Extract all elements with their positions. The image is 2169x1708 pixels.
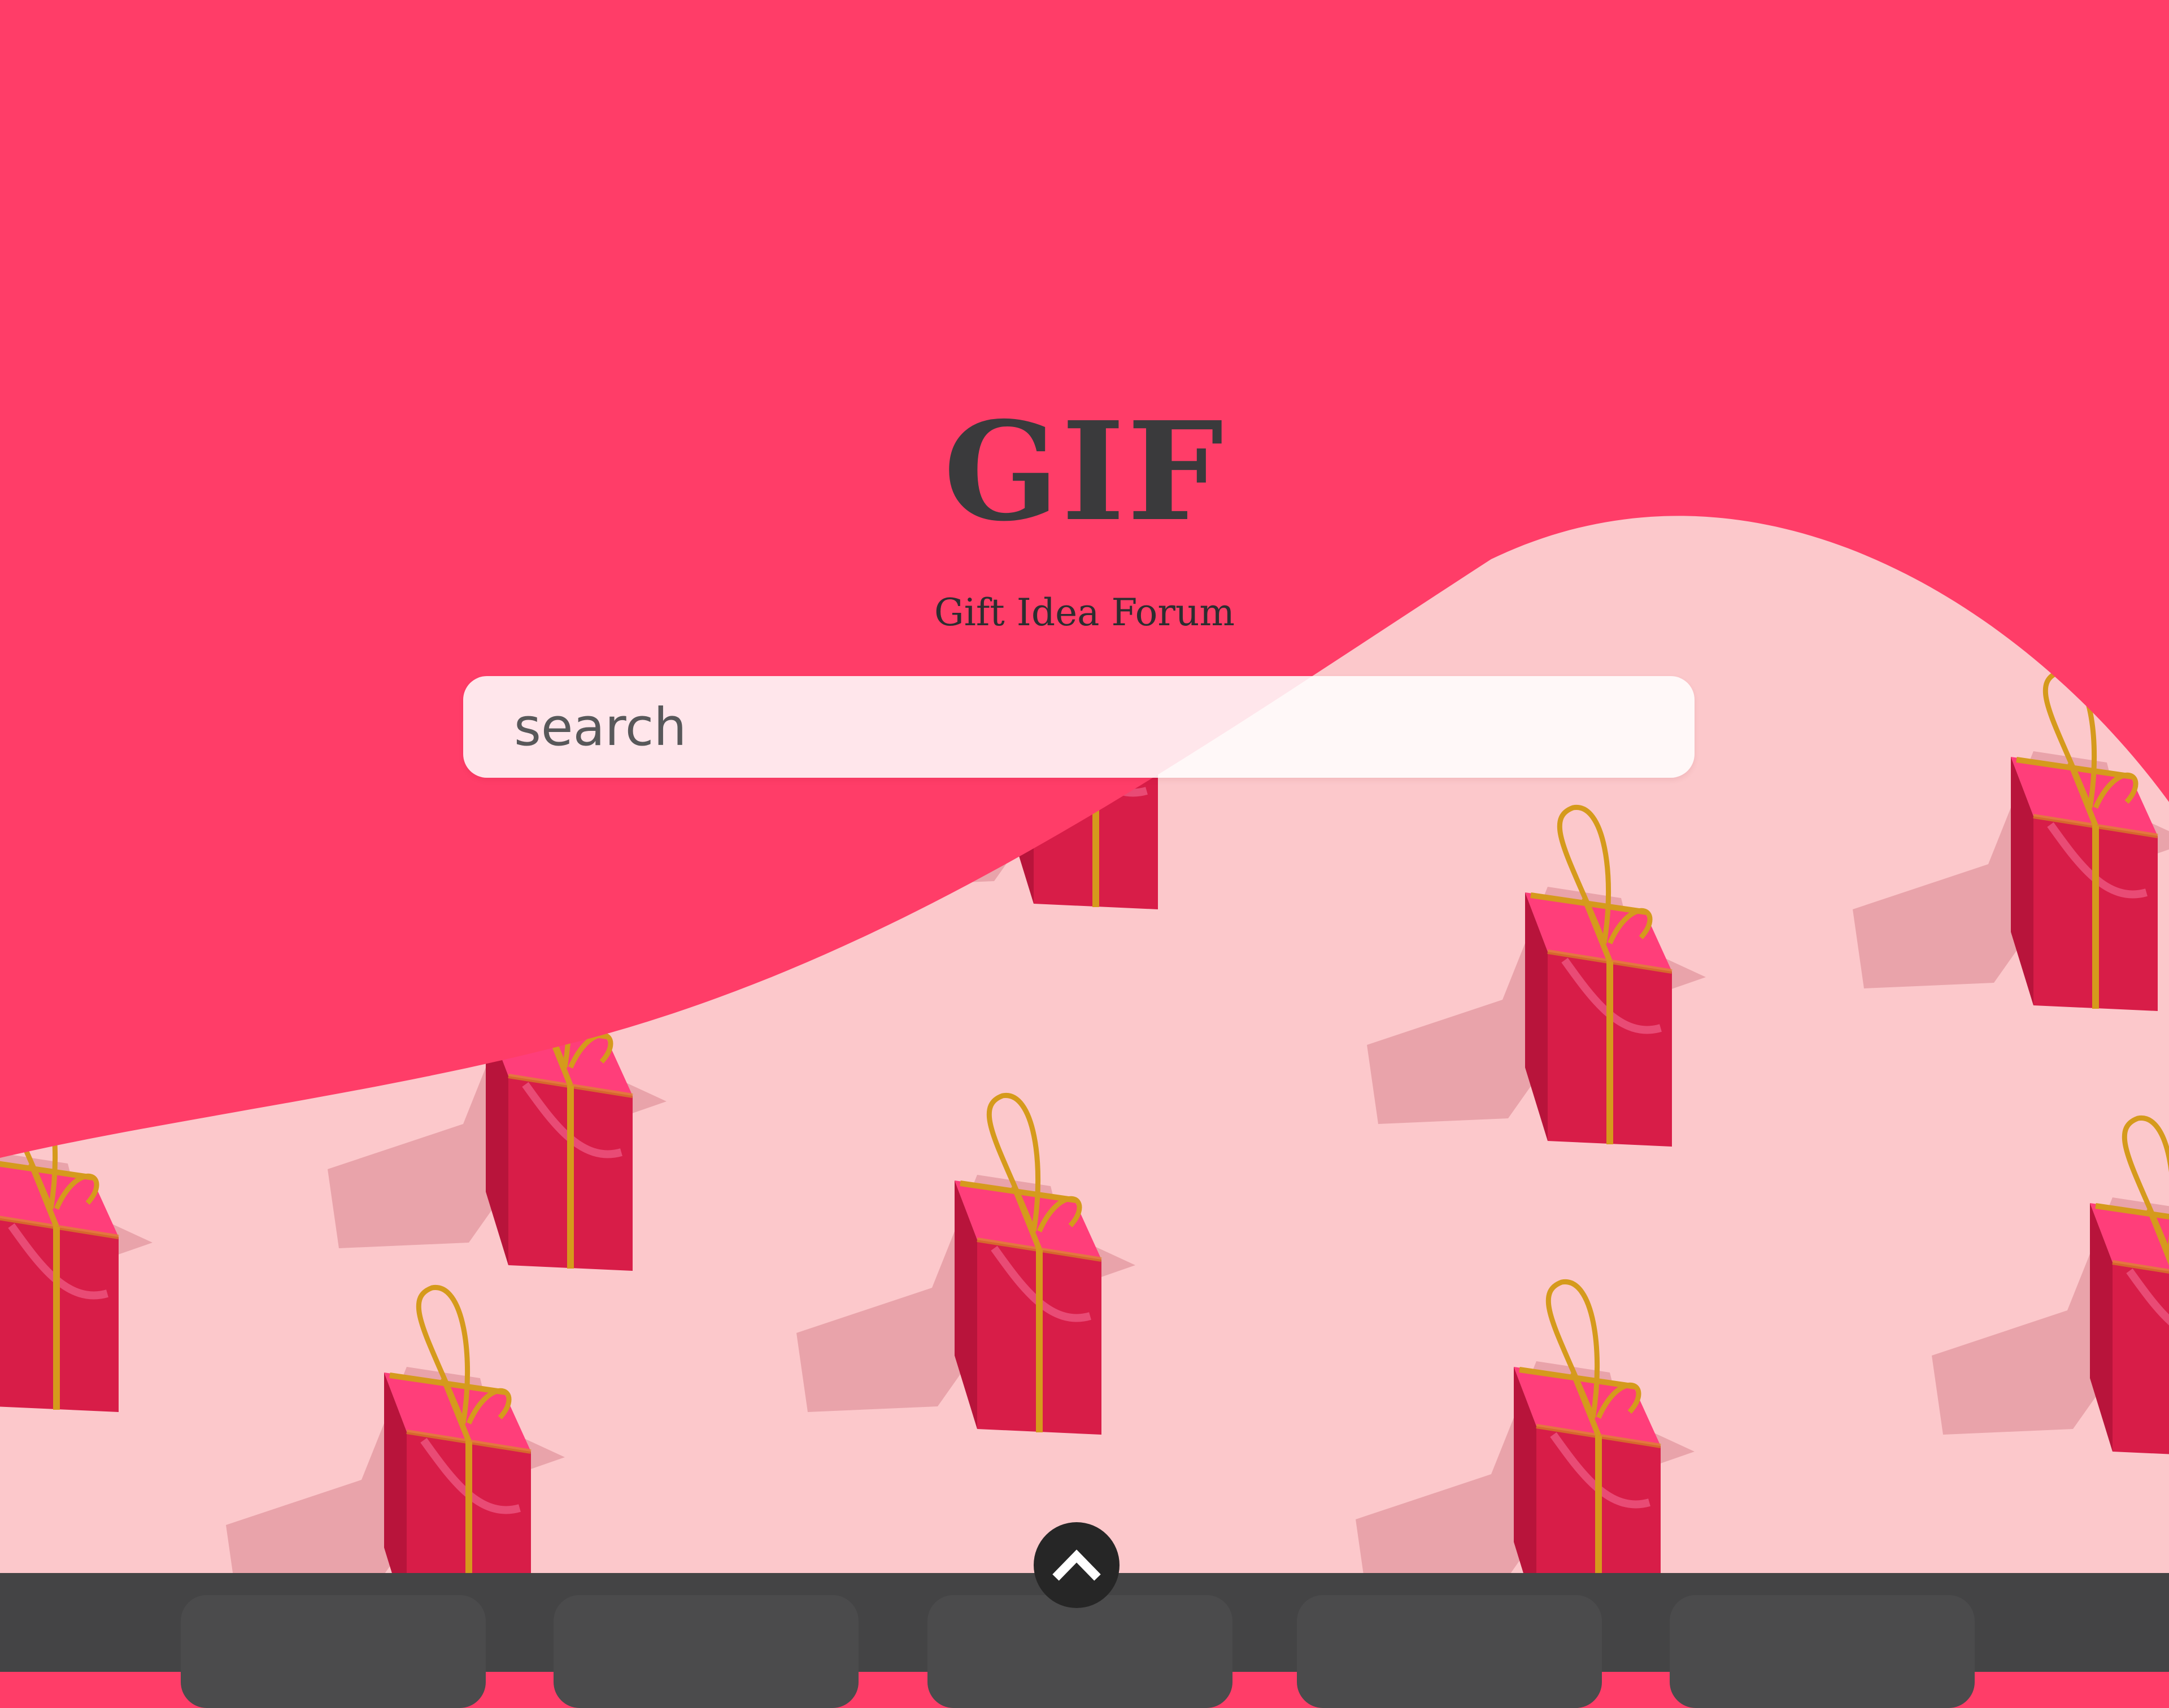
- bottom-bar-tile[interactable]: [927, 1595, 1232, 1708]
- search-input[interactable]: [463, 676, 1695, 778]
- scroll-up-button[interactable]: [1034, 1522, 1120, 1608]
- bottom-bar-tile[interactable]: [1670, 1595, 1975, 1708]
- page-subtitle: Gift Idea Forum: [934, 591, 1235, 634]
- bottom-bar-tile[interactable]: [554, 1595, 859, 1708]
- page-title: GIF: [943, 392, 1226, 551]
- chevron-up-icon: [1052, 1549, 1101, 1581]
- bottom-bar-tile[interactable]: [181, 1595, 486, 1708]
- search-box[interactable]: [463, 676, 1695, 778]
- hero-gift-photo: [0, 0, 2169, 1573]
- bottom-bar-tile[interactable]: [1297, 1595, 1602, 1708]
